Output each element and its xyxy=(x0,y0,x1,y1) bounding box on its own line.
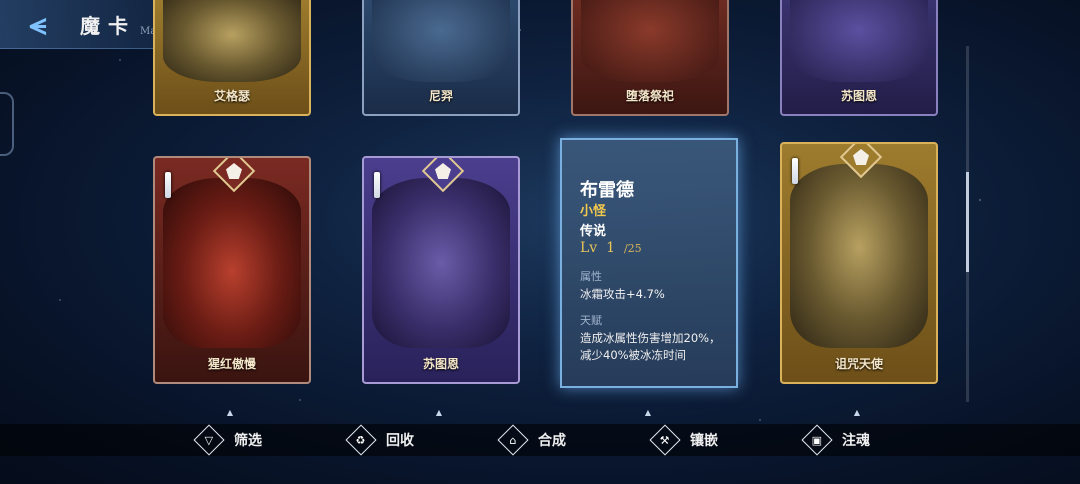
star-rank-icon xyxy=(165,172,171,198)
soul-inject-icon: ▣ xyxy=(801,424,833,456)
card-top-4[interactable]: 苏图恩 xyxy=(780,0,938,116)
side-tab-handle[interactable] xyxy=(0,92,14,156)
detail-type: 小怪 xyxy=(580,204,607,219)
card-top-2[interactable]: 尼羿 xyxy=(362,0,520,116)
level-prefix: Lv xyxy=(580,240,598,256)
card-name: 艾格瑟 xyxy=(213,89,250,103)
card-top-1[interactable]: 艾格瑟 xyxy=(153,0,311,116)
star-rank-icon xyxy=(374,172,380,198)
inlay-button[interactable]: ⚒ 镶嵌 xyxy=(648,424,718,456)
action-label: 回收 xyxy=(386,433,414,449)
attribute-value: 冰霜攻击+4.7% xyxy=(580,287,665,301)
action-label: 镶嵌 xyxy=(690,433,718,449)
detail-name: 布雷德 xyxy=(580,180,634,201)
card-art xyxy=(372,0,510,82)
card-art xyxy=(790,164,928,348)
card-detail-panel: 布雷德 小怪 传说 Lv 1 /25 属性 冰霜攻击+4.7% 天赋 造成冰属性… xyxy=(560,138,738,388)
caret-up-icon: ▲ xyxy=(644,408,652,417)
recycle-icon: ♻ xyxy=(345,424,377,456)
card-top-3[interactable]: 堕落祭祀 xyxy=(571,0,729,116)
caret-up-icon: ▲ xyxy=(435,408,443,417)
card-name: 苏图恩 xyxy=(422,357,459,371)
star-rank-icon xyxy=(792,158,798,184)
filter-icon: ▽ xyxy=(193,424,225,456)
card-art xyxy=(163,178,301,348)
card-main-2[interactable]: 苏图恩 xyxy=(362,156,520,384)
soul-inject-button[interactable]: ▣ 注魂 xyxy=(800,424,870,456)
detail-rarity: 传说 xyxy=(580,224,607,239)
action-label: 注魂 xyxy=(842,433,870,449)
card-name: 尼羿 xyxy=(428,89,453,103)
card-name: 猩红傲慢 xyxy=(207,357,256,371)
caret-up-icon: ▲ xyxy=(853,408,861,417)
talent-label: 天赋 xyxy=(580,314,602,327)
card-name: 堕落祭祀 xyxy=(625,89,674,103)
card-name: 诅咒天使 xyxy=(834,357,883,371)
level-max: /25 xyxy=(623,242,642,255)
synthesize-icon: ⌂ xyxy=(497,424,529,456)
action-label: 筛选 xyxy=(234,433,262,449)
filter-button[interactable]: ▽ 筛选 xyxy=(192,424,262,456)
card-main-3[interactable]: 诅咒天使 xyxy=(780,142,938,384)
back-arrow-icon: ⪪ xyxy=(29,6,47,42)
caret-up-icon: ▲ xyxy=(226,408,234,417)
page-title: 魔卡 xyxy=(80,14,136,38)
scrollbar-thumb[interactable] xyxy=(966,172,969,272)
synthesize-button[interactable]: ⌂ 合成 xyxy=(496,424,566,456)
inlay-icon: ⚒ xyxy=(649,424,681,456)
back-button[interactable]: ⪪ xyxy=(18,6,58,42)
talent-value: 造成冰属性伤害增加20%，减少40%被冰冻时间 xyxy=(580,331,721,362)
action-label: 合成 xyxy=(538,433,566,449)
level-value: 1 xyxy=(606,240,616,256)
card-art xyxy=(581,0,719,82)
card-art xyxy=(372,178,510,348)
recycle-button[interactable]: ♻ 回收 xyxy=(344,424,414,456)
attribute-label: 属性 xyxy=(580,270,602,283)
card-name: 苏图恩 xyxy=(840,89,877,103)
card-main-1[interactable]: 猩红傲慢 xyxy=(153,156,311,384)
card-art xyxy=(790,0,928,82)
detail-level: Lv 1 /25 xyxy=(580,240,642,256)
card-art xyxy=(163,0,301,82)
